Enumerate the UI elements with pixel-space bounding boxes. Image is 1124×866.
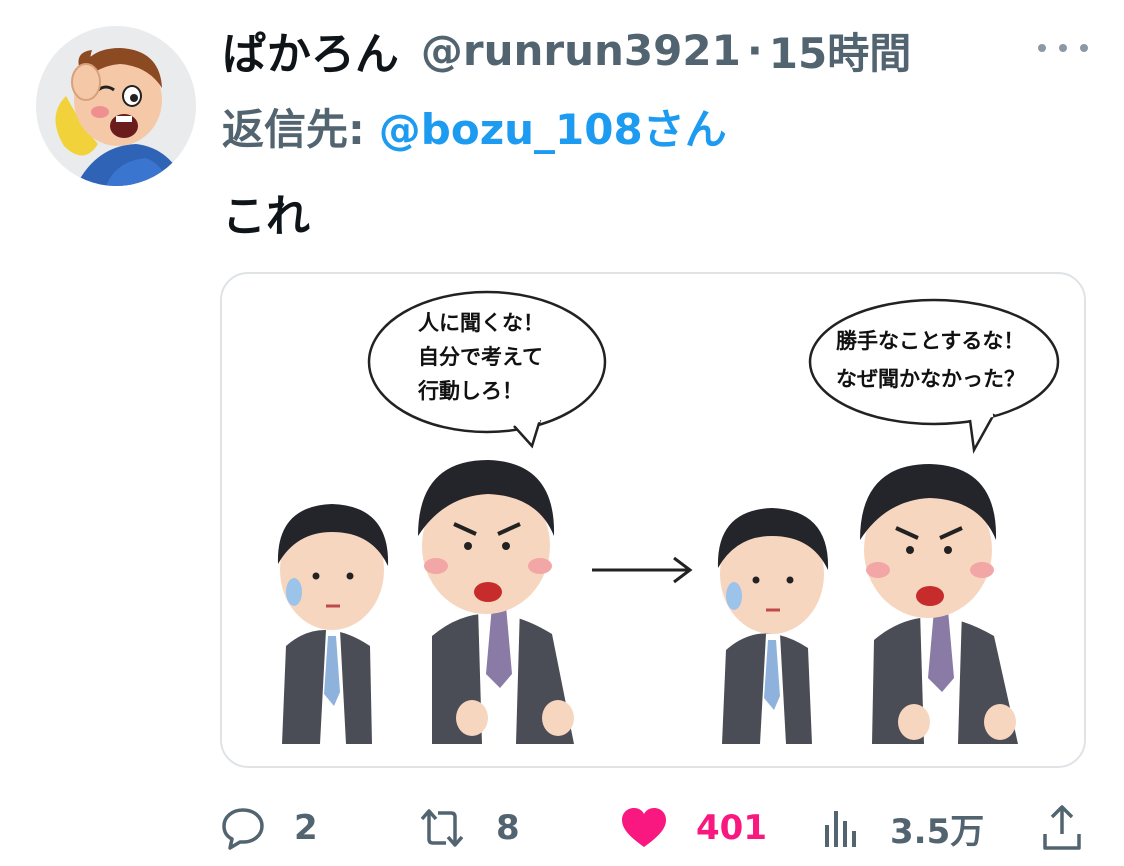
views-count: 3.5万 bbox=[890, 811, 985, 852]
views-button[interactable]: 3.5万 bbox=[822, 800, 984, 856]
like-button[interactable]: 401 bbox=[620, 800, 767, 856]
tweet-text: これ bbox=[222, 191, 310, 242]
more-icon[interactable] bbox=[1038, 30, 1088, 66]
retweet-button[interactable]: 8 bbox=[416, 800, 520, 856]
right-subordinate bbox=[717, 508, 829, 744]
action-bar: 2 8 401 3.5万 bbox=[220, 800, 1090, 856]
more-dot bbox=[1080, 44, 1088, 52]
reply-icon bbox=[222, 808, 264, 850]
tweet-header: ぱかろん @runrun3921 · 15時間 bbox=[222, 18, 911, 82]
retweet-count: 8 bbox=[496, 808, 520, 848]
more-dot bbox=[1038, 44, 1046, 52]
reply-count: 2 bbox=[294, 808, 318, 848]
share-button[interactable] bbox=[1040, 800, 1084, 856]
right-bubble-line-2: なぜ聞かなかった？ bbox=[836, 367, 1025, 391]
right-speech-bubble: 勝手なことするな！ なぜ聞かなかった？ bbox=[808, 298, 1060, 454]
tweet: ぱかろん @runrun3921 · 15時間 返信先: @bozu_108さん… bbox=[0, 0, 1124, 866]
left-bubble-line-1: 人に聞くな！ bbox=[418, 311, 544, 335]
heart-icon bbox=[622, 808, 666, 847]
like-count: 401 bbox=[696, 808, 767, 848]
display-name[interactable]: ぱかろん bbox=[222, 18, 399, 82]
more-dot bbox=[1059, 44, 1067, 52]
left-bubble-line-2: 自分で考えて bbox=[418, 345, 543, 369]
user-handle[interactable]: @runrun3921 bbox=[421, 26, 741, 75]
reply-target-link[interactable]: @bozu_108さん bbox=[379, 96, 727, 157]
right-bubble-line-1: 勝手なことするな！ bbox=[836, 329, 1024, 353]
separator-dot: · bbox=[746, 25, 763, 75]
reply-context: 返信先: @bozu_108さん bbox=[222, 96, 727, 156]
left-subordinate bbox=[277, 504, 389, 744]
retweet-icon bbox=[420, 809, 464, 847]
illustration-svg: 人に聞くな！ 自分で考えて 行動しろ！ 勝手なことするな！ なぜ聞かなかった？ bbox=[277, 290, 1060, 744]
reply-prefix: 返信先: bbox=[222, 104, 365, 154]
avatar[interactable] bbox=[36, 26, 196, 186]
right-boss bbox=[860, 464, 1018, 744]
timestamp[interactable]: 15時間 bbox=[769, 20, 911, 81]
left-boss bbox=[418, 460, 574, 744]
arrow bbox=[592, 556, 693, 584]
avatar-illustration bbox=[36, 26, 196, 186]
reply-button[interactable]: 2 bbox=[220, 800, 318, 856]
left-speech-bubble: 人に聞くな！ 自分で考えて 行動しろ！ bbox=[367, 290, 607, 449]
views-icon bbox=[825, 811, 856, 847]
left-bubble-line-3: 行動しろ！ bbox=[417, 379, 523, 403]
tweet-image[interactable]: 人に聞くな！ 自分で考えて 行動しろ！ 勝手なことするな！ なぜ聞かなかった？ bbox=[220, 272, 1086, 768]
share-icon bbox=[1043, 805, 1081, 850]
